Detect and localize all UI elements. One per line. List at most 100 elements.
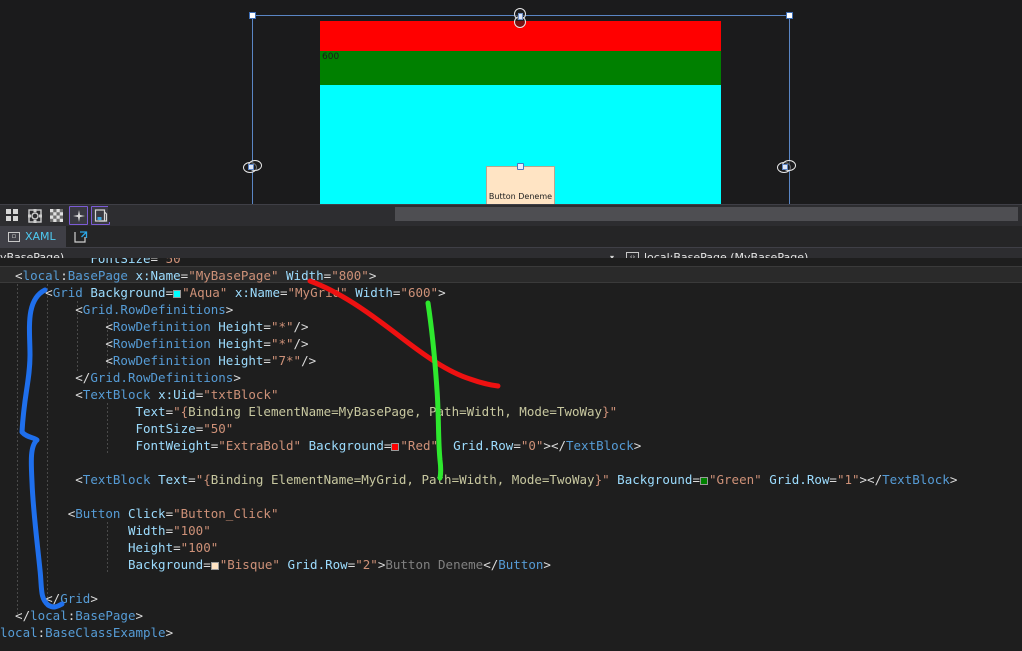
selection-handle-topright[interactable] [786,12,793,19]
code-token: = [165,404,174,419]
code-token: x:Uid [158,387,196,402]
checker-pattern-icon[interactable] [47,206,66,225]
code-line[interactable]: local:BaseClassExample> [0,624,1022,641]
snap-points-icon[interactable] [69,206,88,225]
design-hscroll-thumb[interactable] [395,207,1018,221]
code-token: "1" [836,472,860,487]
code-token: </ [0,608,31,623]
design-surface[interactable]: 600 Button Deneme [0,0,1022,204]
code-token: </ [483,557,499,572]
code-line[interactable]: <TextBlock Text="{Binding ElementName=My… [0,471,1022,488]
code-token: }" [602,404,618,419]
code-token: "Aqua" [182,285,228,300]
code-token: "*" [270,319,294,334]
design-row-green[interactable] [320,51,721,85]
xaml-designer-window: 600 Button Deneme ▫ XAML yBasePage) ▾ ‹›… [0,0,1022,651]
code-token: < [0,302,83,317]
code-token: TextBlock [566,438,634,453]
code-token: < [0,319,113,334]
code-token: > [368,268,377,283]
code-token: Width [355,285,393,300]
code-token: Width [286,268,324,283]
code-token: < [0,268,23,283]
code-token: </ [0,370,91,385]
selection-handle-topleft[interactable] [249,12,256,19]
code-token: "ExtraBold" [218,438,302,453]
code-token: > [543,557,551,572]
code-token: "MyBasePage" [188,268,279,283]
code-line[interactable]: </Grid> [0,590,1022,607]
code-token: > [90,591,98,606]
grid-view-icon[interactable] [3,206,22,225]
code-token: Grid [60,591,91,606]
left-resize-grip[interactable] [243,160,263,176]
code-token: = [829,472,837,487]
code-line[interactable]: <TextBlock x:Uid="txtBlock" [0,386,1022,403]
button-top-handle[interactable] [517,163,524,170]
code-token: ></ [859,472,883,487]
code-line[interactable]: Text="{Binding ElementName=MyBasePage, P… [0,403,1022,420]
top-resize-grip[interactable] [514,8,526,28]
code-line[interactable]: <local:BasePage x:Name="MyBasePage" Widt… [0,266,1022,283]
code-line[interactable]: <RowDefinition Height="*"/> [0,318,1022,335]
code-token: "Green" [708,472,762,487]
code-line[interactable]: <Grid.RowDefinitions> [0,301,1022,318]
code-token: = [279,285,288,300]
snap-points-glyph [72,209,85,222]
code-token: < [0,472,83,487]
code-line[interactable]: Height="100" [0,539,1022,556]
code-line[interactable]: <Button Click="Button_Click" [0,505,1022,522]
code-line[interactable]: Width="100" [0,522,1022,539]
code-token: : [60,268,68,283]
xaml-code-editor[interactable]: FontSize="50" <local:BasePage x:Name="My… [0,258,1022,651]
code-line[interactable]: <RowDefinition Height="*"/> [0,335,1022,352]
code-token: = [263,319,271,334]
code-token: = [513,438,521,453]
code-line[interactable]: FontWeight="ExtraBold" Background= "Red" … [0,437,1022,454]
color-swatch-icon[interactable] [173,290,182,298]
code-token: > [135,608,144,623]
color-swatch-icon[interactable] [210,562,219,570]
code-token: BasePage [67,268,128,283]
code-line[interactable]: <RowDefinition Height="7*"/> [0,352,1022,369]
color-swatch-icon[interactable] [391,443,400,451]
settings-target-icon[interactable] [25,206,44,225]
code-line[interactable]: </Grid.RowDefinitions> [0,369,1022,386]
code-token: FontSize [135,421,196,436]
code-line[interactable]: </local:BasePage> [0,607,1022,624]
code-token: "7*" [270,353,302,368]
right-resize-grip[interactable] [777,160,797,176]
tab-xaml[interactable]: ▫ XAML [0,226,66,247]
split-view-button[interactable] [66,226,96,247]
code-line[interactable]: FontSize="50" [0,420,1022,437]
code-token: Button Deneme [385,557,484,572]
code-line[interactable]: Background= "Bisque" Grid.Row="2">Button … [0,556,1022,573]
code-token: "Red" [400,438,439,453]
code-token: BaseClassExample [45,625,166,640]
grip-dot-left [248,164,254,170]
code-token: "2" [355,557,378,572]
code-token: = [165,523,174,538]
code-token: RowDefinition [112,336,211,351]
code-token: "100" [180,540,219,555]
code-token: Button [75,506,121,521]
code-token: Grid.RowDefinitions [90,370,234,385]
checker-pattern-glyph [50,209,63,222]
color-swatch-icon[interactable] [699,477,708,485]
code-token: Grid.Row [769,472,830,487]
code-token: > [225,302,234,317]
code-line[interactable]: <Grid Background= "Aqua" x:Name="MyGrid" … [0,284,1022,301]
design-button-deneme[interactable]: Button Deneme [486,166,555,204]
code-token: ></ [543,438,566,453]
code-token: "*" [270,336,294,351]
grid-width-text: 600 [322,52,340,62]
